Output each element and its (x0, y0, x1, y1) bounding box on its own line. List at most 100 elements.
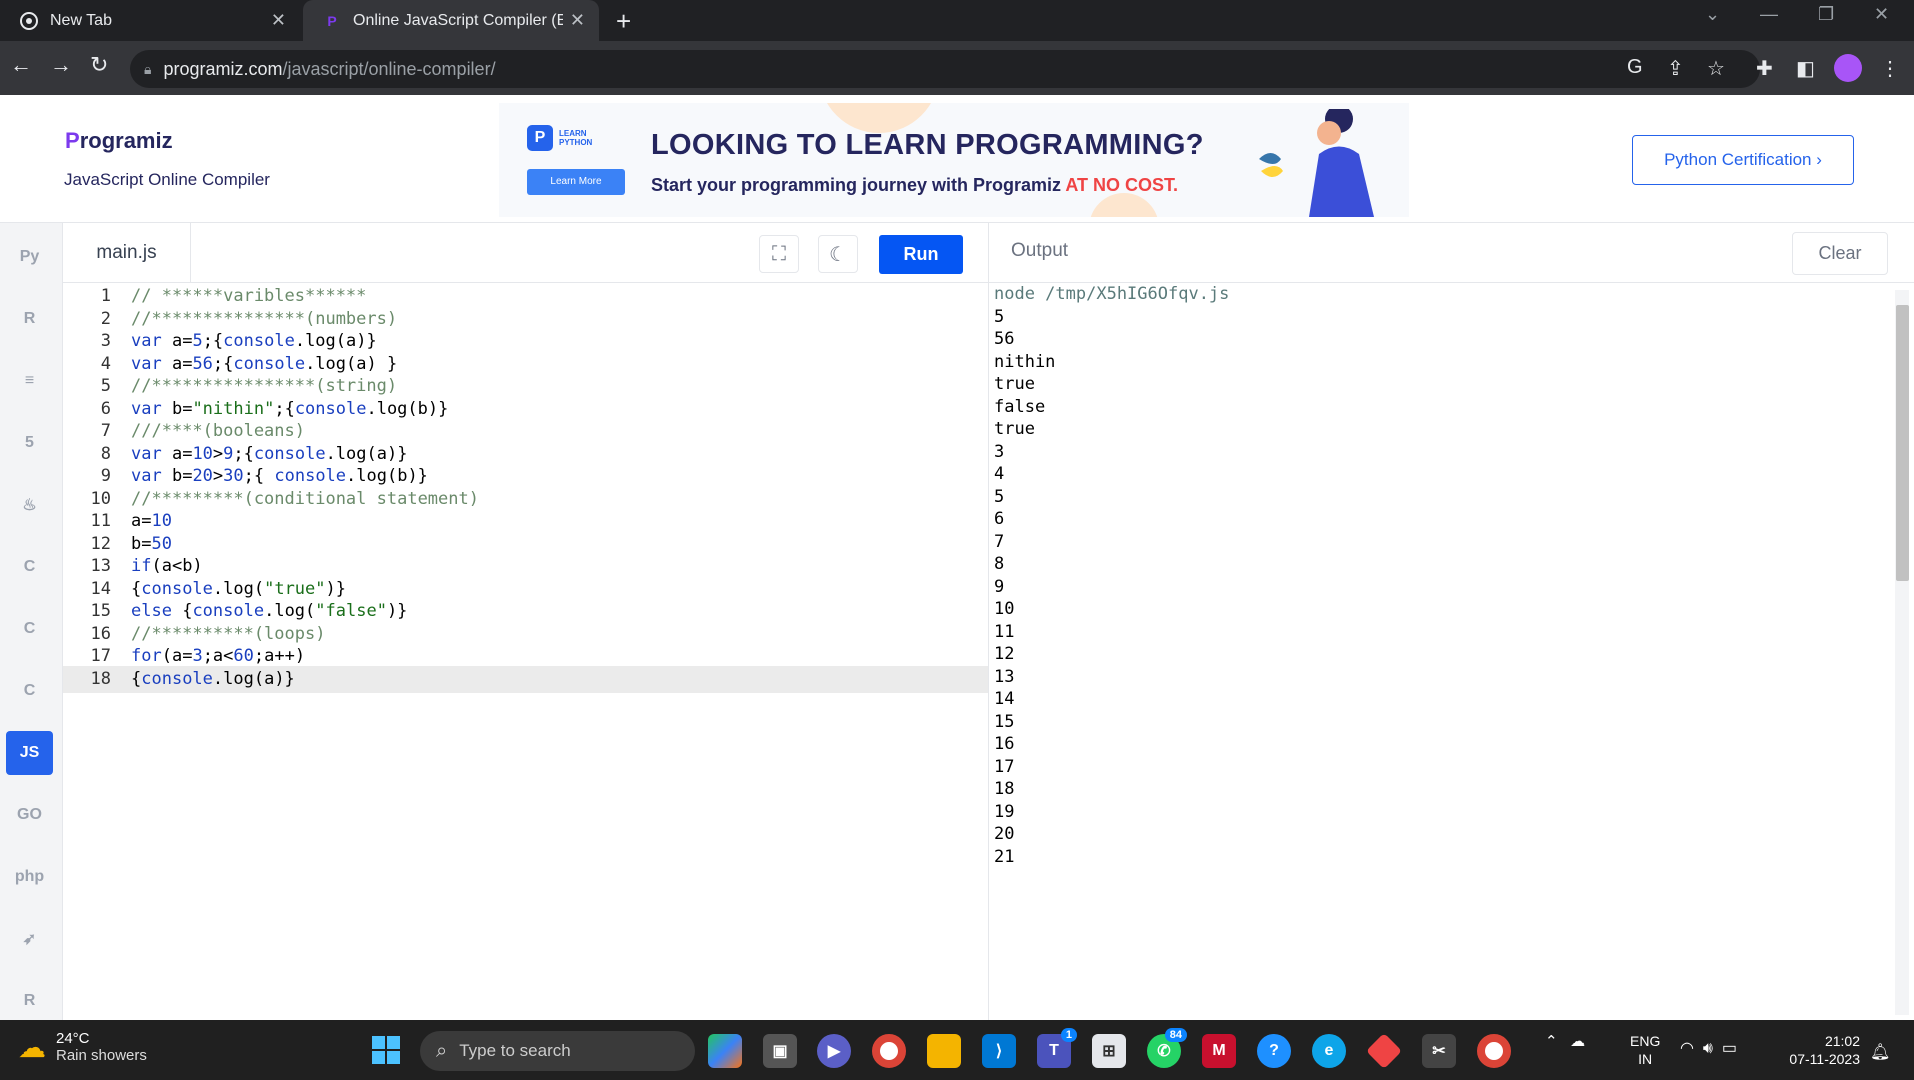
output-line: 16 (994, 734, 1015, 754)
r-icon[interactable]: R (6, 297, 53, 341)
banner-decoration (1089, 193, 1159, 217)
network-volume-battery-icons[interactable]: ◠ 🔊︎ ▭ (1680, 1038, 1737, 1058)
output-line: true (994, 419, 1035, 439)
help-icon[interactable]: ? (1257, 1034, 1291, 1068)
cpp-icon[interactable]: C (6, 607, 53, 651)
side-panel-icon[interactable]: ◧ (1796, 56, 1815, 81)
reload-icon[interactable]: ↻ (90, 52, 108, 78)
menu-kebab-icon[interactable]: ⋮ (1880, 56, 1900, 81)
rust-icon[interactable]: R (6, 979, 53, 1023)
tab-online-compiler[interactable]: P Online JavaScript Compiler (Edit ✕ (303, 0, 599, 41)
output-line: 13 (994, 666, 1015, 687)
dark-mode-moon-icon[interactable]: ☾ (818, 235, 858, 273)
input-language[interactable]: ENG IN (1630, 1032, 1660, 1068)
teams-chat-icon[interactable]: ▶ (817, 1034, 851, 1068)
google-lens-icon[interactable]: G (1627, 56, 1643, 79)
forward-arrow-icon[interactable]: → (50, 52, 72, 78)
tray-chevron-icon[interactable]: ⌃ (1545, 1033, 1558, 1050)
output-line: 20 (994, 824, 1015, 844)
clear-button[interactable]: Clear (1792, 232, 1888, 275)
output-line: 10 (994, 599, 1015, 619)
python-certification-button[interactable]: Python Certification › (1632, 135, 1854, 185)
code-editor[interactable]: 1// ******varibles****** 2//*************… (63, 283, 988, 1020)
banner-headline: LOOKING TO LEARN PROGRAMMING? (651, 129, 1204, 161)
fullscreen-icon[interactable]: ⛶ (759, 235, 799, 273)
run-button[interactable]: Run (879, 235, 963, 274)
taskbar-clock[interactable]: 21:02 07-11-2023 (1778, 1032, 1860, 1068)
snipping-tool-icon[interactable]: ✂ (1422, 1034, 1456, 1068)
ad-banner[interactable]: P LEARN PYTHON Learn More LOOKING TO LEAR… (499, 103, 1409, 217)
output-line: false (994, 396, 1046, 417)
volume-icon: 🔊︎ (1702, 1040, 1713, 1057)
badge-line: PYTHON (559, 138, 593, 147)
minimize-icon[interactable]: — (1760, 4, 1778, 25)
whatsapp-icon[interactable]: ✆ 84 (1147, 1028, 1187, 1068)
windows-start-icon[interactable] (372, 1036, 402, 1066)
sql-icon[interactable]: ≡ (6, 359, 53, 403)
lang-code: ENG (1630, 1033, 1661, 1049)
output-line: 4 (994, 464, 1005, 484)
swift-icon[interactable]: ➶ (6, 917, 53, 961)
onedrive-cloud-icon[interactable]: ☁ (1570, 1033, 1585, 1050)
store-icon[interactable]: ⊞ (1092, 1034, 1126, 1068)
system-tray[interactable]: ⌃ ☁ (1545, 1032, 1585, 1050)
learn-python-badge: P LEARN PYTHON (527, 125, 637, 155)
extensions-puzzle-icon[interactable]: ✚ (1756, 56, 1773, 81)
mcafee-icon[interactable]: M (1202, 1034, 1236, 1068)
taskbar-search-box[interactable]: ⌕ Type to search (420, 1031, 695, 1071)
code-line[interactable]: 18 {console.log(a)} (63, 665, 988, 693)
vscode-icon[interactable]: ⟩ (982, 1034, 1016, 1068)
notification-bell-icon[interactable]: 🔔︎ (1870, 1042, 1890, 1062)
output-scrollbar-thumb[interactable] (1896, 305, 1909, 581)
programiz-p-icon: P (527, 125, 553, 151)
html-icon[interactable]: 5 (6, 421, 53, 465)
c-icon[interactable]: C (6, 545, 53, 589)
output-line: 5 (994, 486, 1005, 507)
close-tab-icon[interactable]: ✕ (271, 10, 286, 31)
edge-icon[interactable]: e (1312, 1034, 1346, 1068)
output-line: 18 (994, 779, 1015, 799)
python-icon[interactable]: Py (6, 235, 53, 279)
chrome-taskbar-icon-2[interactable] (1477, 1034, 1511, 1068)
whatsapp-badge: 84 (1164, 1028, 1187, 1042)
back-arrow-icon[interactable]: ← (10, 52, 32, 78)
code-text: {console.log(a)} (131, 668, 295, 689)
output-line: nithin (994, 351, 1056, 372)
banner-illustration (1239, 105, 1399, 217)
java-icon[interactable]: ♨ (6, 483, 53, 527)
weather-widget[interactable]: ☁ 24°C Rain showers (18, 1030, 147, 1064)
output-line: 19 (994, 801, 1015, 822)
go-icon[interactable]: GO (6, 793, 53, 837)
line-number: 18 (90, 668, 111, 689)
tab-label: Online JavaScript Compiler (Edit (353, 11, 563, 29)
tab-search-chevron-icon[interactable]: ⌄ (1705, 4, 1720, 25)
file-explorer-icon[interactable] (927, 1034, 961, 1068)
task-view-icon[interactable]: ▣ (763, 1034, 797, 1068)
programiz-logo[interactable]: Programiz (65, 128, 173, 154)
search-icon: ⌕ (436, 1039, 448, 1062)
pane-divider[interactable] (988, 223, 989, 1020)
address-bar[interactable]: 🔒︎ programiz.com/javascript/online-compi… (130, 50, 1760, 88)
bookmark-star-icon[interactable]: ☆ (1707, 56, 1725, 81)
copilot-icon[interactable] (708, 1034, 742, 1068)
close-window-icon[interactable]: ✕ (1874, 4, 1889, 25)
restore-icon[interactable]: ❐ (1818, 4, 1834, 25)
share-icon[interactable]: ⇪ (1667, 56, 1684, 81)
profile-avatar[interactable] (1834, 54, 1862, 82)
php-icon[interactable]: php (6, 855, 53, 899)
output-line: 6 (994, 509, 1005, 529)
logo-text: rogramiz (79, 128, 173, 153)
chrome-icon (20, 11, 38, 30)
output-line: 11 (994, 621, 1015, 642)
tab-new-tab[interactable]: New Tab ✕ (0, 0, 300, 41)
file-tab-main-js[interactable]: main.js (63, 223, 191, 283)
chrome-taskbar-icon[interactable] (872, 1034, 906, 1068)
csharp-icon[interactable]: C (6, 669, 53, 713)
badge-line: LEARN (559, 129, 587, 138)
learn-more-button[interactable]: Learn More (527, 169, 625, 195)
teams-icon[interactable]: T1 (1037, 1028, 1077, 1068)
new-tab-plus-icon[interactable]: + (616, 6, 631, 37)
close-tab-icon[interactable]: ✕ (570, 10, 585, 31)
banner-highlight: AT NO COST. (1065, 175, 1179, 195)
js-icon[interactable]: JS (6, 731, 53, 775)
